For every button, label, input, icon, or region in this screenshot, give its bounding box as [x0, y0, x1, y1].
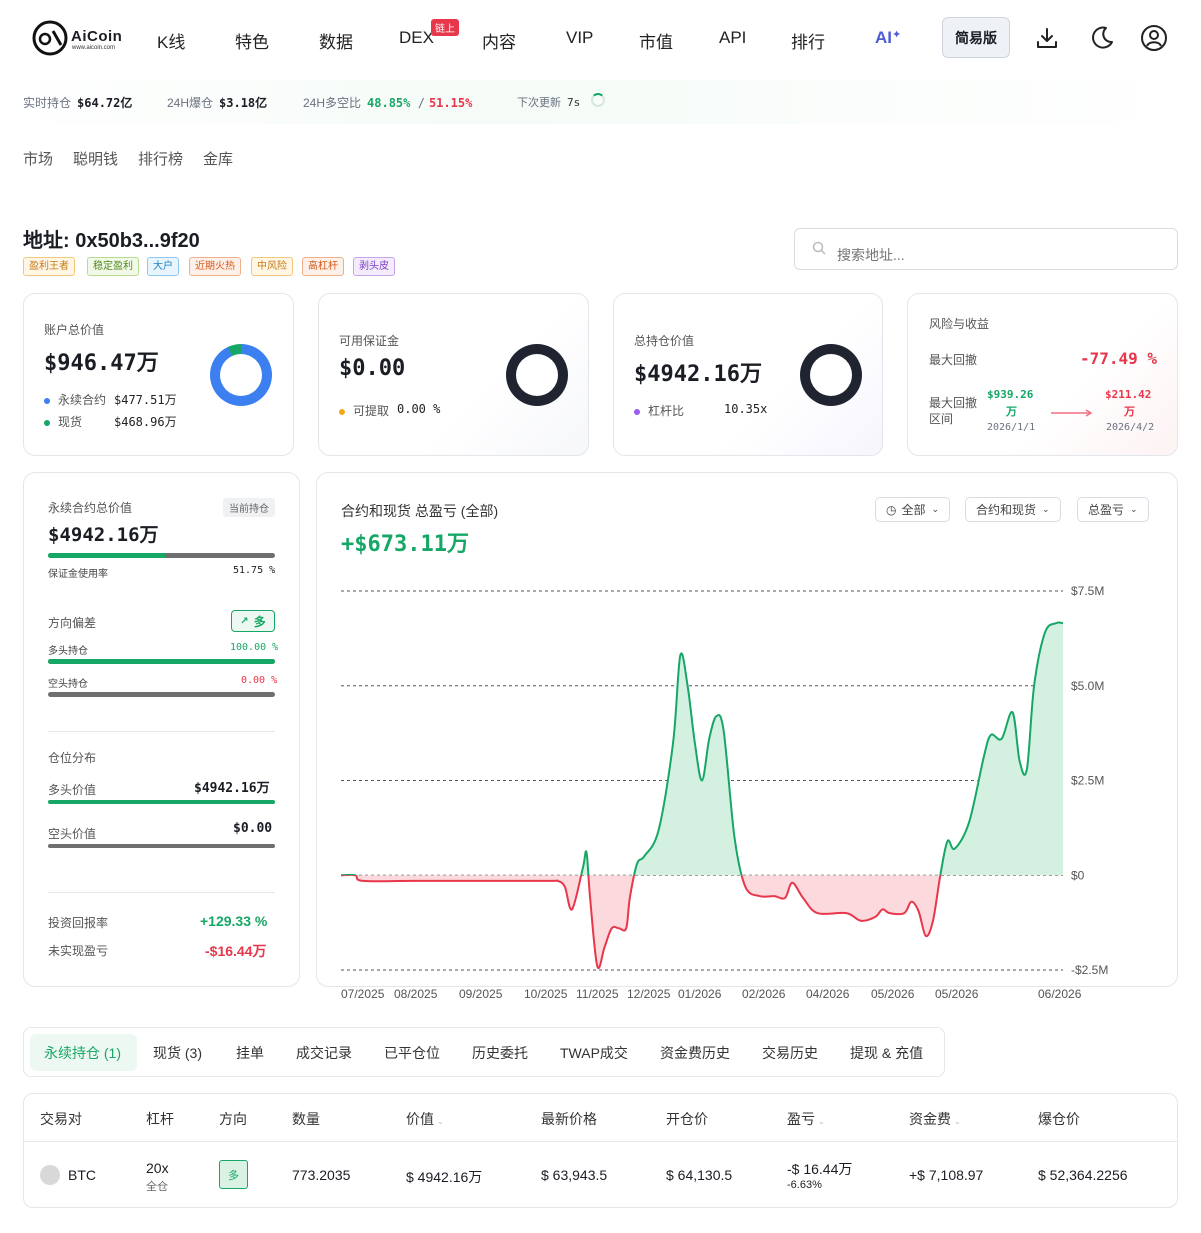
tab-twap[interactable]: TWAP成交	[560, 1043, 628, 1063]
col-quantity: 数量	[292, 1111, 320, 1127]
table-header-divider	[24, 1141, 1177, 1142]
x-tick-label: 07/2025	[341, 987, 385, 1001]
x-tick-label: 04/2026	[806, 987, 850, 1001]
tab-trade-history[interactable]: 交易历史	[762, 1043, 818, 1063]
x-tick-label: 05/2026	[871, 987, 915, 1001]
col-pair: 交易对	[40, 1111, 82, 1127]
x-tick-label: 08/2025	[394, 987, 438, 1001]
x-tick-label: 06/2026	[1038, 987, 1082, 1001]
sort-icon: ⌄	[818, 1117, 825, 1126]
tab-deposits-withdrawals[interactable]: 提现 & 充值	[850, 1043, 923, 1063]
x-tick-label: 02/2026	[742, 987, 786, 1001]
x-tick-label: 11/2025	[576, 987, 619, 1001]
y-tick-label: -$2.5M	[1071, 963, 1108, 977]
btc-coin-icon	[40, 1165, 60, 1185]
x-tick-label: 05/2026	[935, 987, 979, 1001]
row-quantity: 773.2035	[292, 1167, 351, 1183]
tab-trades[interactable]: 成交记录	[296, 1043, 352, 1063]
row-pnl-pct: -6.63%	[787, 1179, 822, 1191]
tab-funding-history[interactable]: 资金费历史	[660, 1043, 730, 1063]
col-pnl[interactable]: 盈亏 ⌄	[787, 1109, 825, 1129]
row-pair[interactable]: BTC	[68, 1167, 96, 1183]
row-entry-price: $ 64,130.5	[666, 1167, 733, 1183]
x-tick-label: 09/2025	[459, 987, 503, 1001]
tab-open-orders[interactable]: 挂单	[236, 1043, 264, 1063]
row-side-badge: 多	[219, 1160, 248, 1189]
col-funding-label: 资金费	[909, 1111, 951, 1127]
row-pnl: -$ 16.44万	[787, 1161, 853, 1177]
pnl-chart: $7.5M $5.0M $2.5M $0 -$2.5M	[340, 584, 1108, 977]
area-positive	[341, 622, 1063, 876]
col-side: 方向	[219, 1111, 247, 1127]
col-pnl-label: 盈亏	[787, 1111, 815, 1127]
x-tick-label: 12/2025	[627, 987, 671, 1001]
sort-icon: ⌄	[437, 1117, 444, 1126]
row-funding: +$ 7,108.97	[909, 1167, 984, 1183]
positions-table	[23, 1093, 1178, 1208]
row-liq-price: $ 52,364.2256	[1038, 1167, 1128, 1183]
col-funding[interactable]: 资金费 ⌄	[909, 1109, 961, 1129]
tab-perp-positions[interactable]: 永续持仓 (1)	[44, 1043, 121, 1063]
y-tick-label: $2.5M	[1071, 774, 1104, 788]
col-last-price: 最新价格	[541, 1111, 597, 1127]
y-tick-label: $7.5M	[1071, 584, 1104, 598]
x-tick-label: 10/2025	[524, 987, 568, 1001]
row-last-price: $ 63,943.5	[541, 1167, 608, 1183]
col-entry-price: 开仓价	[666, 1111, 708, 1127]
col-leverage: 杠杆	[146, 1111, 174, 1127]
col-liq-price: 爆仓价	[1038, 1111, 1080, 1127]
col-value-label: 价值	[406, 1111, 434, 1127]
row-value: $ 4942.16万	[406, 1169, 483, 1185]
y-tick-label: $5.0M	[1071, 679, 1104, 693]
x-tick-label: 01/2026	[678, 987, 722, 1001]
col-value[interactable]: 价值 ⌄	[406, 1109, 444, 1129]
sort-icon: ⌄	[954, 1117, 961, 1126]
y-tick-label: $0	[1071, 868, 1085, 882]
tab-order-history[interactable]: 历史委托	[472, 1043, 528, 1063]
row-leverage-mode: 全仓	[146, 1181, 168, 1193]
tab-spot[interactable]: 现货 (3)	[153, 1043, 202, 1063]
tab-closed-positions[interactable]: 已平仓位	[384, 1043, 440, 1063]
row-leverage: 20x	[146, 1160, 169, 1176]
